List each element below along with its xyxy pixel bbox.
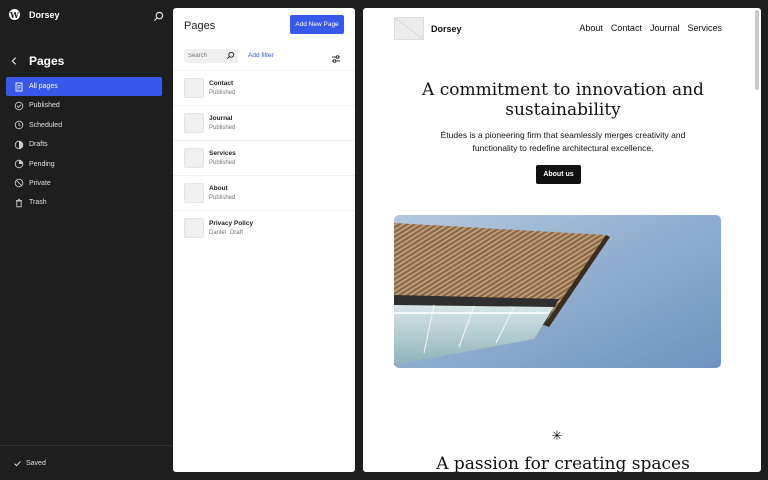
preview-hero-image	[394, 215, 721, 368]
image-placeholder-icon	[394, 17, 424, 40]
preview-nav-contact: Contact	[610, 23, 642, 33]
preview-nav-about: About	[579, 23, 603, 33]
scheduled-icon	[14, 120, 24, 130]
table-row[interactable]: Privacy Policy Daniel Draft	[173, 211, 355, 246]
chevron-left-icon	[11, 57, 17, 65]
page-status: Published	[209, 90, 236, 96]
trash-icon	[14, 198, 24, 208]
sidebar-item-label: Published	[29, 102, 60, 110]
pages-icon	[14, 82, 24, 92]
pending-icon	[14, 159, 24, 169]
saved-status: Saved	[13, 459, 46, 468]
sidebar-item-scheduled[interactable]: Scheduled	[6, 116, 162, 135]
sidebar-item-private[interactable]: Private	[6, 174, 162, 193]
search-icon	[226, 51, 235, 60]
site-name[interactable]: Dorsey	[29, 10, 60, 20]
preview-scrollbar[interactable]	[755, 10, 759, 90]
sidebar-item-published[interactable]: Published	[6, 96, 162, 115]
preview-nav-services: Services	[687, 23, 722, 33]
sidebar-item-label: Trash	[29, 199, 47, 207]
list-title: Pages	[184, 20, 216, 32]
table-row[interactable]: Contact Published	[173, 71, 355, 106]
site-preview[interactable]: Dorsey About Contact Journal Services A …	[363, 8, 761, 472]
preview-about-us-button: About us	[536, 165, 581, 184]
wordpress-logo-icon[interactable]: W	[9, 9, 20, 20]
page-status: Published	[209, 195, 236, 201]
page-thumbnail[interactable]	[184, 218, 204, 238]
search-icon[interactable]	[153, 9, 164, 22]
preview-hero-text: Études is a pioneering firm that seamles…	[440, 130, 686, 153]
page-status: Published	[209, 160, 236, 166]
page-title[interactable]: Contact	[209, 80, 233, 87]
view-options-button[interactable]	[331, 51, 341, 63]
sidebar-footer: Saved	[0, 445, 173, 480]
add-new-page-button[interactable]: Add New Page	[290, 15, 344, 34]
page-thumbnail[interactable]	[184, 113, 204, 133]
pages-list: Contact Published Journal Published Serv…	[173, 71, 355, 246]
site-logo-placeholder	[394, 17, 424, 40]
page-thumbnail[interactable]	[184, 183, 204, 203]
saved-label: Saved	[26, 460, 46, 467]
check-icon	[14, 461, 21, 467]
table-row[interactable]: Services Published	[173, 141, 355, 176]
page-status: Published	[209, 125, 236, 131]
site-header: W Dorsey	[0, 0, 173, 30]
page-title[interactable]: Privacy Policy	[209, 220, 253, 227]
page-thumbnail[interactable]	[184, 78, 204, 98]
asterisk-icon: ✳	[551, 428, 563, 443]
sidebar-item-label: Scheduled	[29, 121, 63, 129]
sidebar-item-all-pages[interactable]: All pages	[6, 77, 162, 97]
pages-list-panel: Pages Add New Page Add filter Contact Pu…	[173, 8, 355, 472]
table-row[interactable]: Journal Published	[173, 106, 355, 141]
page-title[interactable]: About	[209, 185, 228, 192]
preview-nav-journal: Journal	[649, 23, 680, 33]
preview-section-heading: A passion for creating spaces	[436, 454, 690, 472]
drafts-icon	[14, 140, 24, 150]
sidebar-item-label: Drafts	[29, 141, 48, 149]
preview-nav: About Contact Journal Services	[579, 23, 722, 33]
sidebar-title: Pages	[29, 54, 65, 68]
add-filter-link[interactable]: Add filter	[248, 52, 274, 59]
back-button[interactable]	[8, 55, 20, 67]
sidebar-item-drafts[interactable]: Drafts	[6, 135, 162, 154]
sliders-icon	[332, 55, 340, 63]
sidebar-item-label: Pending	[29, 160, 55, 168]
published-icon	[14, 101, 24, 111]
page-title[interactable]: Services	[209, 150, 236, 157]
preview-site-title: Dorsey	[431, 24, 462, 34]
table-row[interactable]: About Published	[173, 176, 355, 211]
sidebar-item-trash[interactable]: Trash	[6, 193, 162, 212]
private-icon	[14, 178, 24, 188]
page-thumbnail[interactable]	[184, 148, 204, 168]
search-box	[184, 49, 238, 63]
page-status: Draft	[230, 230, 244, 236]
page-author: Daniel	[209, 230, 227, 236]
sidebar: W Dorsey Pages All pages Published Sched…	[0, 0, 173, 480]
sidebar-nav: All pages Published Scheduled Drafts Pen…	[6, 77, 162, 213]
page-title[interactable]: Journal	[209, 115, 232, 122]
sidebar-item-label: Private	[29, 179, 51, 187]
preview-hero-heading: A commitment to innovation and sustainab…	[422, 80, 704, 120]
sidebar-item-label: All pages	[29, 83, 58, 91]
sidebar-item-pending[interactable]: Pending	[6, 155, 162, 174]
search-input[interactable]	[188, 51, 224, 61]
page-meta: Daniel Draft	[209, 230, 243, 236]
